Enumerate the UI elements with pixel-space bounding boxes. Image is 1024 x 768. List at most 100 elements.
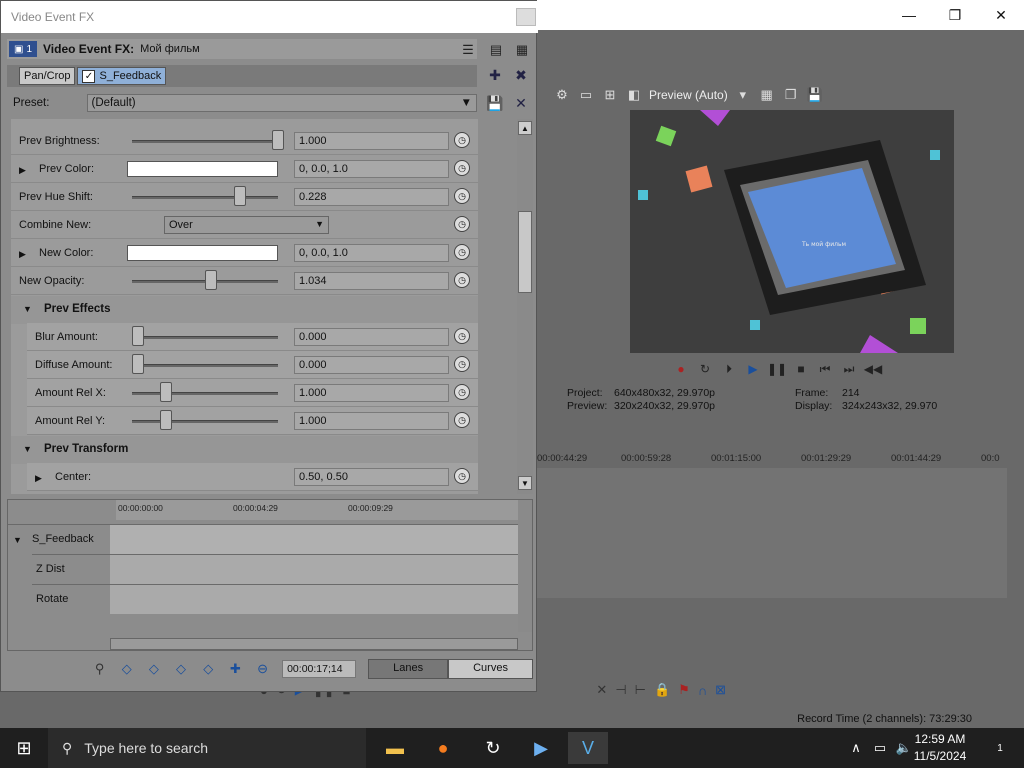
expand-triangle-icon[interactable]: ▶ [19, 249, 26, 260]
animate-clock-icon[interactable]: ◷ [454, 384, 470, 400]
stop-icon[interactable]: ■ [792, 360, 810, 378]
lock-icon[interactable]: 🔒 [654, 682, 670, 698]
pause-icon[interactable]: ❚❚ [767, 360, 787, 378]
notifications-icon[interactable]: 1 [980, 732, 1020, 764]
view-grid-icon[interactable]: ▦ [513, 41, 531, 59]
slider-thumb[interactable] [160, 410, 172, 430]
add-keyframe-icon[interactable]: ✚ [228, 660, 243, 678]
expand-triangle-icon[interactable]: ▶ [35, 473, 42, 484]
timeline-tracks[interactable] [537, 468, 1007, 598]
split-view-icon[interactable]: ⊞ [601, 86, 619, 104]
collapse-triangle-icon[interactable]: ▼ [23, 444, 32, 454]
play-icon[interactable]: ▶ [744, 360, 762, 378]
view-details-icon[interactable]: ▤ [487, 41, 505, 59]
last-keyframe-icon[interactable]: ◇ [201, 660, 216, 678]
minimize-button[interactable]: — [886, 0, 932, 30]
grid-icon[interactable]: ▦ [758, 86, 776, 104]
keyframe-time[interactable]: 00:00:17;14 [282, 660, 357, 678]
overlay-icon[interactable]: ◧ [625, 86, 643, 104]
animate-clock-icon[interactable]: ◷ [454, 356, 470, 372]
keyframe-lane[interactable] [110, 525, 518, 554]
slider-track[interactable] [132, 196, 278, 199]
copy-snapshot-icon[interactable]: ❐ [782, 86, 800, 104]
param-value[interactable]: 1.000 [294, 384, 449, 402]
animate-clock-icon[interactable]: ◷ [454, 160, 470, 176]
checkbox[interactable]: ✓ [82, 69, 96, 83]
loop-icon[interactable]: ↻ [696, 360, 714, 378]
param-value[interactable]: 0, 0.0, 1.0 [294, 244, 449, 262]
delete-preset-icon[interactable]: ✕ [511, 93, 531, 113]
delete-keyframe-icon[interactable]: ⊖ [255, 660, 270, 678]
combine-new-dropdown[interactable]: Over ▼ [164, 216, 329, 234]
slider-thumb[interactable] [272, 130, 284, 150]
slider-thumb[interactable] [132, 354, 144, 374]
lanes-button[interactable]: Lanes [368, 659, 449, 679]
file-explorer-icon[interactable]: ▬ [375, 732, 415, 764]
color-swatch[interactable] [127, 245, 278, 261]
gear-icon[interactable]: ⚙ [553, 86, 571, 104]
search-box[interactable]: ⚲ Type here to search [48, 728, 366, 768]
group-prev-transform[interactable]: ▼ Prev Transform [11, 436, 478, 464]
first-keyframe-icon[interactable]: ◇ [119, 660, 134, 678]
chevron-down-icon[interactable]: ▾ [734, 86, 752, 104]
external-monitor-icon[interactable]: ▭ [577, 86, 595, 104]
remove-plugin-icon[interactable]: ✖ [511, 65, 531, 85]
keyframe-hscrollbar[interactable] [110, 638, 518, 650]
play-from-start-icon[interactable]: ⏵ [720, 360, 738, 378]
snap-icon[interactable]: ∩ [698, 683, 707, 698]
fx-close-button[interactable] [516, 8, 536, 26]
slider-thumb[interactable] [234, 186, 247, 206]
animate-clock-icon[interactable]: ◷ [454, 328, 470, 344]
param-value[interactable]: 0.50, 0.50 [294, 468, 449, 486]
keyframe-ruler[interactable]: 00:00:00:00 00:00:04:29 00:00:09:29 [116, 500, 518, 520]
crossfade-icon[interactable]: ⊠ [715, 682, 726, 698]
chain-pan-crop[interactable]: Pan/Crop [19, 67, 76, 85]
slider-track[interactable] [132, 420, 278, 423]
params-scrollbar[interactable]: ▲ ▼ [517, 119, 533, 494]
maximize-button[interactable]: ❐ [932, 0, 978, 30]
next-keyframe-icon[interactable]: ◇ [173, 660, 188, 678]
color-swatch[interactable] [127, 161, 278, 177]
close-button[interactable]: ✕ [978, 0, 1024, 30]
cut-icon[interactable]: ✕ [596, 682, 607, 698]
animate-clock-icon[interactable]: ◷ [454, 244, 470, 260]
windows-start-icon[interactable]: ⊞ [4, 732, 44, 764]
view-list-icon[interactable]: ☰ [459, 41, 477, 59]
slider-track[interactable] [132, 364, 278, 367]
param-value[interactable]: 0.228 [294, 188, 449, 206]
sync-cursor-icon[interactable]: ⚲ [92, 660, 107, 678]
param-value[interactable]: 1.000 [294, 412, 449, 430]
preset-dropdown[interactable]: (Default) ▼ [86, 94, 477, 112]
rewind-icon[interactable]: ◀◀ [864, 360, 882, 378]
slider-track[interactable] [132, 392, 278, 395]
keyframe-lane[interactable] [110, 555, 518, 584]
slider-thumb[interactable] [160, 382, 172, 402]
save-preset-icon[interactable]: 💾 [485, 93, 505, 113]
expand-triangle-icon[interactable]: ▶ [19, 165, 26, 176]
animate-clock-icon[interactable]: ◷ [454, 272, 470, 288]
chain-s-feedback[interactable]: ✓ S_Feedback [77, 67, 167, 85]
scroll-thumb[interactable] [518, 211, 532, 293]
slider-track[interactable] [132, 336, 278, 339]
group-prev-effects[interactable]: ▼ Prev Effects [11, 296, 478, 324]
param-value[interactable]: 0.000 [294, 356, 449, 374]
scroll-down-icon[interactable]: ▼ [518, 476, 532, 490]
preview-quality-dropdown[interactable]: Preview (Auto) [649, 88, 728, 102]
record-icon[interactable]: ● [672, 360, 690, 378]
param-value[interactable]: 1.034 [294, 272, 449, 290]
animate-clock-icon[interactable]: ◷ [454, 468, 470, 484]
trim-icon[interactable]: ⊣ [615, 682, 626, 698]
param-value[interactable]: 0.000 [294, 328, 449, 346]
animate-clock-icon[interactable]: ◷ [454, 132, 470, 148]
plug-in-chain-icon[interactable]: ✚ [485, 65, 505, 85]
vegas-app-icon[interactable]: V [568, 732, 608, 764]
marker-icon[interactable]: ⚑ [678, 682, 690, 698]
next-frame-icon[interactable]: ⏭ [840, 360, 858, 378]
split-icon[interactable]: ⊢ [635, 682, 646, 698]
media-app-icon[interactable]: ▶ [521, 732, 561, 764]
sync-app-icon[interactable]: ↻ [473, 732, 513, 764]
firefox-icon[interactable]: ● [423, 732, 463, 764]
slider-thumb[interactable] [132, 326, 144, 346]
animate-clock-icon[interactable]: ◷ [454, 412, 470, 428]
timeline-ruler[interactable]: 00:00:44:29 00:00:59:28 00:01:15:00 00:0… [537, 448, 1007, 468]
